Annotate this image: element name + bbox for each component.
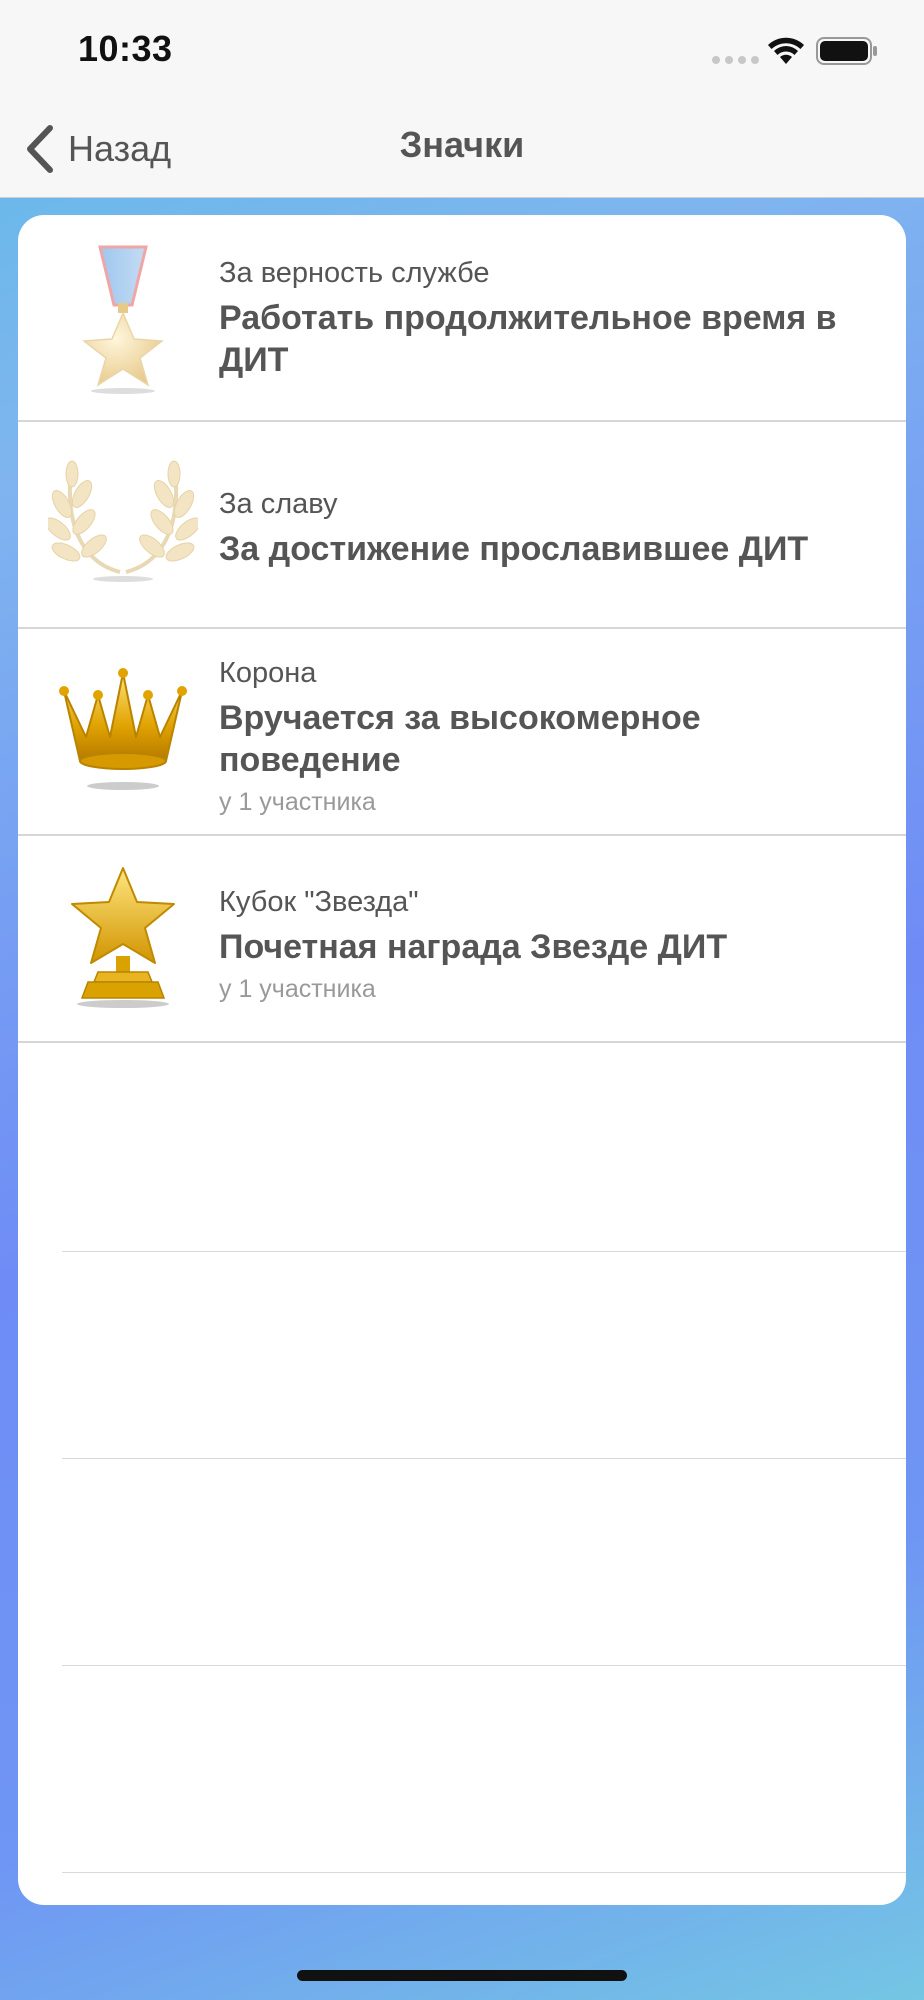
empty-row-separator — [62, 1872, 906, 1873]
empty-row-separator — [62, 1251, 906, 1252]
status-time: 10:33 — [78, 28, 173, 69]
badge-name: Кубок "Звезда" — [219, 886, 419, 918]
badge-text: За верность службе Работать продолжитель… — [219, 255, 856, 381]
badges-list: За верность службе Работать продолжитель… — [18, 215, 906, 1905]
battery-icon — [816, 37, 877, 65]
badge-text: Корона Вручается за высокомерное поведен… — [219, 655, 856, 817]
laurel-wreath-icon — [48, 460, 198, 582]
badge-description: Работать продолжительное время в ДИТ — [219, 299, 837, 379]
badge-row[interactable]: Кубок "Звезда" Почетная награда Звезде Д… — [18, 836, 906, 1043]
badge-name: Корона — [219, 657, 317, 689]
crown-icon — [59, 668, 187, 790]
badge-text: За славу За достижение прославившее ДИТ — [219, 486, 856, 570]
badge-row[interactable]: За верность службе Работать продолжитель… — [18, 215, 906, 422]
empty-row-separator — [62, 1665, 906, 1666]
navigation-bar: Назад Значки — [0, 100, 924, 198]
badge-row[interactable]: Корона Вручается за высокомерное поведен… — [18, 629, 906, 836]
empty-row-separator — [62, 1458, 906, 1459]
star-trophy-icon — [71, 867, 175, 1008]
badge-row[interactable]: За славу За достижение прославившее ДИТ — [18, 422, 906, 629]
badge-text: Кубок "Звезда" Почетная награда Звезде Д… — [219, 884, 856, 1004]
badge-description: Вручается за высокомерное поведение — [219, 699, 701, 779]
medal-icon — [81, 245, 165, 394]
cellular-signal-icon — [712, 56, 759, 64]
badge-description: Почетная награда Звезде ДИТ — [219, 928, 728, 966]
badge-owner-count: у 1 участника — [219, 788, 376, 816]
page-title: Значки — [399, 124, 525, 165]
wifi-icon — [768, 37, 804, 64]
badge-owner-count: у 1 участника — [219, 975, 376, 1003]
badge-name: За славу — [219, 488, 338, 520]
home-indicator[interactable] — [297, 1970, 627, 1981]
status-bar: 10:33 — [0, 0, 924, 100]
badge-description: За достижение прославившее ДИТ — [219, 530, 809, 568]
badge-name: За верность службе — [219, 257, 490, 289]
